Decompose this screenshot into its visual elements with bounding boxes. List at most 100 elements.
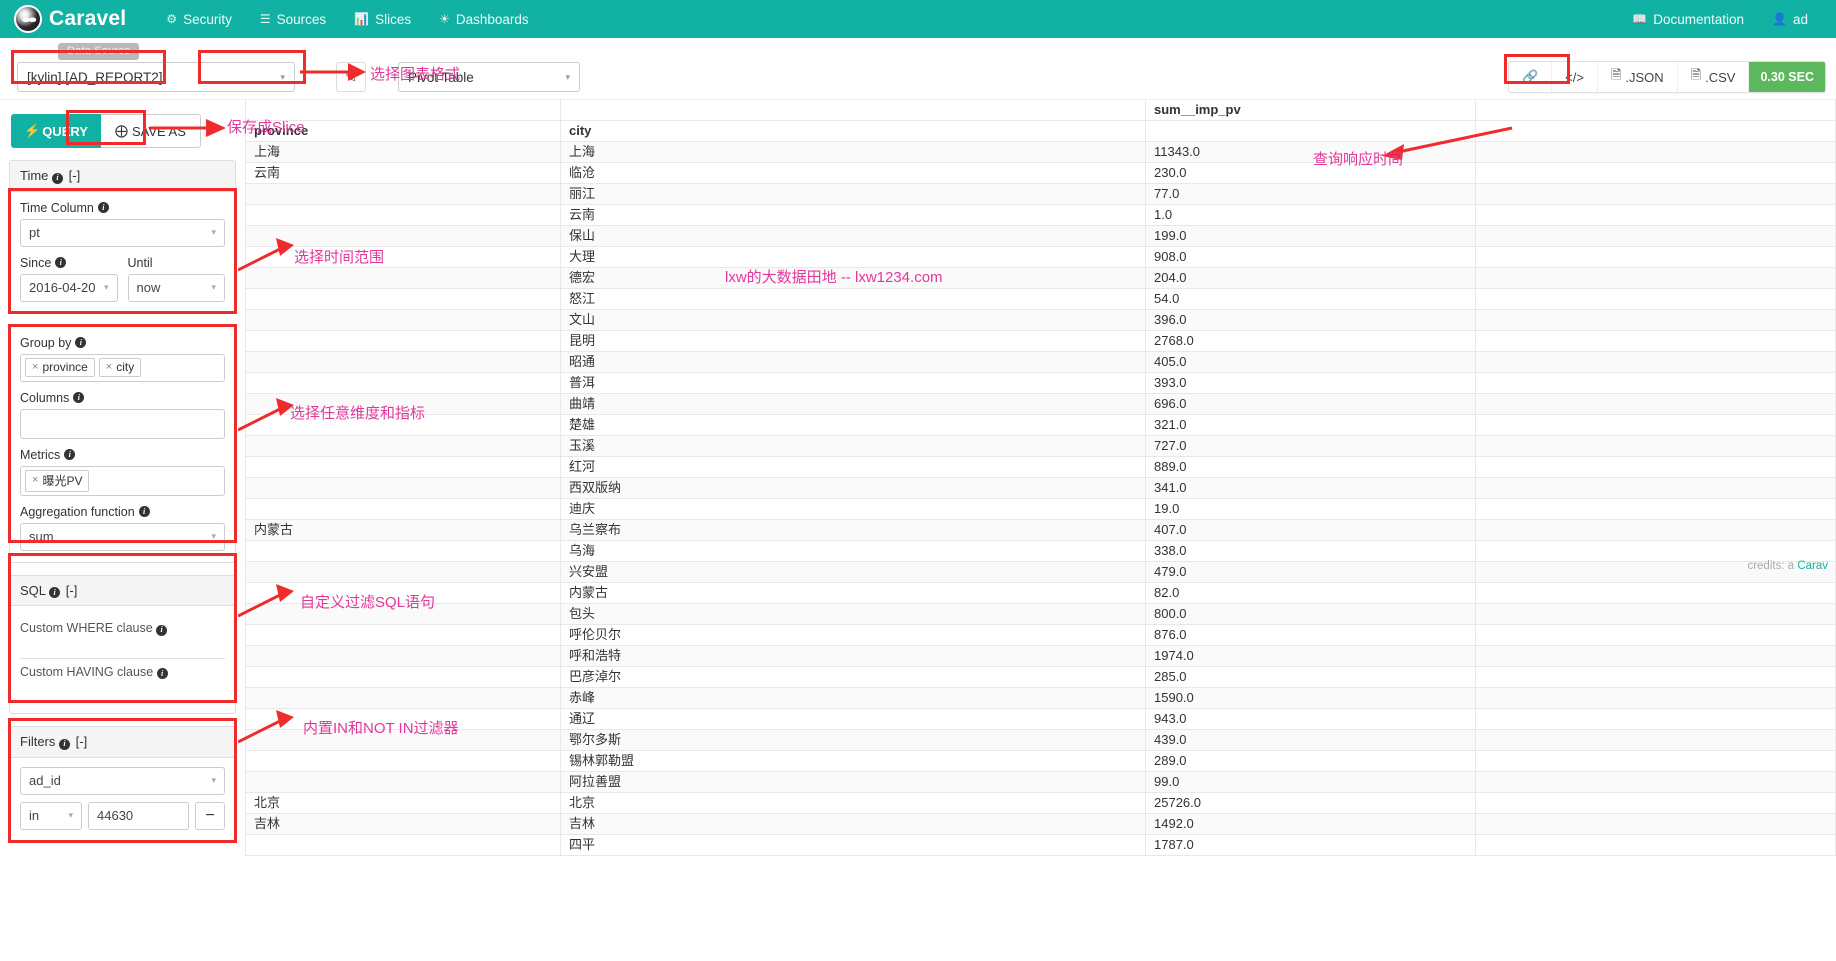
nav-item-slices[interactable]: 📊 Slices [340, 0, 425, 38]
query-button[interactable]: ⚡ QUERY [11, 114, 101, 148]
brand-name[interactable]: Caravel [49, 7, 126, 31]
columns-input[interactable] [20, 408, 225, 439]
time-panel-header[interactable]: Time i [-] [10, 161, 235, 192]
table-row[interactable]: 赤峰 1590.0 [245, 687, 1836, 709]
cell-value: 1492.0 [1145, 813, 1476, 835]
metrics-tagbox[interactable]: × 曝光PV [20, 465, 225, 496]
column-header-city[interactable]: city [560, 120, 1146, 142]
info-icon[interactable]: i [49, 587, 61, 598]
table-row[interactable]: 兴安盟 479.0 [245, 561, 1836, 583]
group-by-tag-province[interactable]: × province [25, 358, 95, 377]
cell-value: 479.0 [1145, 561, 1476, 583]
metrics-tag[interactable]: × 曝光PV [25, 469, 90, 492]
info-icon[interactable]: i [138, 506, 150, 517]
nav-item-security[interactable]: ⚙ Security [152, 0, 246, 38]
since-select[interactable]: 2016-04-20 ▾ [20, 273, 118, 302]
table-row[interactable]: 乌海 338.0 [245, 540, 1836, 562]
table-row[interactable]: 云南 临沧 230.0 [245, 162, 1836, 184]
table-row[interactable]: 通辽 943.0 [245, 708, 1836, 730]
table-row[interactable]: 昭通 405.0 [245, 351, 1836, 373]
nav-item-dashboards[interactable]: ☀ Dashboards [425, 0, 543, 38]
table-row[interactable]: 丽江 77.0 [245, 183, 1836, 205]
filter-field-select[interactable]: ad_id ▾ [20, 766, 225, 795]
info-icon[interactable]: i [73, 392, 85, 403]
table-row[interactable]: 德宏 204.0 [245, 267, 1836, 289]
remove-tag-icon[interactable]: × [32, 474, 38, 486]
filters-panel-collapse-toggle[interactable]: [-] [76, 734, 88, 749]
info-icon[interactable]: i [156, 668, 168, 679]
datasource-select[interactable]: [kylin].[AD_REPORT2] ▾ [17, 62, 295, 92]
table-row[interactable]: 红河 889.0 [245, 456, 1836, 478]
table-row[interactable]: 迪庆 19.0 [245, 498, 1836, 520]
info-icon[interactable]: i [59, 738, 71, 750]
until-select[interactable]: now ▾ [127, 273, 225, 302]
filters-panel-header[interactable]: Filters i [-] [10, 727, 235, 758]
filter-operator-select[interactable]: in ▾ [20, 801, 82, 830]
table-row[interactable]: 巴彦淖尔 285.0 [245, 666, 1836, 688]
sql-panel-header[interactable]: SQL i [-] [10, 575, 235, 606]
table-row[interactable]: 锡林郭勒盟 289.0 [245, 750, 1836, 772]
nav-item-sources[interactable]: ☰ Sources [246, 0, 340, 38]
info-icon[interactable]: i [64, 449, 76, 460]
table-row[interactable]: 玉溪 727.0 [245, 435, 1836, 457]
export-json-button[interactable]: 🗎 .JSON [1598, 62, 1678, 92]
table-row[interactable]: 保山 199.0 [245, 225, 1836, 247]
cell-city: 怒江 [560, 288, 1146, 310]
table-row[interactable]: 包头 800.0 [245, 603, 1836, 625]
table-row[interactable]: 楚雄 321.0 [245, 414, 1836, 436]
info-icon[interactable]: i [55, 257, 67, 268]
table-row[interactable]: 普洱 393.0 [245, 372, 1836, 394]
info-icon[interactable]: i [52, 172, 64, 184]
cell-value: 889.0 [1145, 456, 1476, 478]
nav-item-documentation[interactable]: 📖 Documentation [1618, 0, 1758, 38]
view-query-button[interactable]: </> [1552, 62, 1598, 92]
table-row[interactable]: 昆明 2768.0 [245, 330, 1836, 352]
nav-item-user-label: ad [1792, 11, 1808, 27]
cell-spacer [1475, 498, 1836, 520]
table-row[interactable]: 内蒙古 82.0 [245, 582, 1836, 604]
time-panel-collapse-toggle[interactable]: [-] [69, 168, 81, 183]
remove-tag-icon[interactable]: × [106, 361, 112, 373]
table-row[interactable]: 阿拉善盟 99.0 [245, 771, 1836, 793]
share-link-button[interactable]: 🔗 [1509, 62, 1553, 92]
info-icon[interactable]: i [156, 624, 168, 636]
export-csv-button[interactable]: 🗎 .CSV [1678, 62, 1750, 92]
table-row[interactable]: 呼和浩特 1974.0 [245, 645, 1836, 667]
cell-spacer [1475, 309, 1836, 331]
aggregation-select[interactable]: sum ▾ [20, 522, 225, 551]
table-row[interactable]: 四平 1787.0 [245, 834, 1836, 856]
table-row[interactable]: 大理 908.0 [245, 246, 1836, 268]
remove-filter-button[interactable]: − [195, 801, 225, 830]
credits-link[interactable]: Carav [1797, 560, 1828, 572]
table-row[interactable]: 怒江 54.0 [245, 288, 1836, 310]
cell-province [245, 204, 561, 226]
sql-panel-collapse-toggle[interactable]: [-] [66, 583, 78, 598]
table-row[interactable]: 内蒙古 乌兰察布 407.0 [245, 519, 1836, 541]
custom-where-field[interactable]: Custom WHERE clause i [20, 615, 225, 659]
table-row[interactable]: 文山 396.0 [245, 309, 1836, 331]
cell-city: 吉林 [560, 813, 1146, 835]
remove-tag-icon[interactable]: × [32, 361, 38, 373]
group-by-tag-city[interactable]: × city [98, 358, 142, 377]
info-icon[interactable]: i [97, 202, 109, 213]
table-row[interactable]: 北京 北京 25726.0 [245, 792, 1836, 814]
table-row[interactable]: 鄂尔多斯 439.0 [245, 729, 1836, 751]
table-row[interactable]: 曲靖 696.0 [245, 393, 1836, 415]
pivot-table-wrapper[interactable]: sum__imp_pv province city 上海 上海 11343.0 云南临… [245, 100, 1836, 961]
query-duration-badge[interactable]: 0.30 SEC [1749, 62, 1825, 92]
group-by-tagbox[interactable]: × province × city [20, 353, 225, 382]
since-until-row: Since i 2016-04-20 ▾ Until now ▾ [20, 256, 225, 302]
filter-value-input[interactable]: 44630 [88, 801, 189, 830]
since-label-row: Since i [20, 256, 118, 270]
cell-city: 通辽 [560, 708, 1146, 730]
table-row[interactable]: 上海 上海 11343.0 [245, 141, 1836, 163]
nav-item-user[interactable]: 👤 ad [1758, 0, 1822, 38]
custom-having-field[interactable]: Custom HAVING clause i [20, 659, 225, 702]
table-row[interactable]: 呼伦贝尔 876.0 [245, 624, 1836, 646]
table-row[interactable]: 西双版纳 341.0 [245, 477, 1836, 499]
time-column-select[interactable]: pt ▾ [20, 218, 225, 247]
table-row[interactable]: 云南 1.0 [245, 204, 1836, 226]
groupby-panel-body: Group by i × province × city Columns i M… [10, 327, 235, 562]
table-row[interactable]: 吉林 吉林 1492.0 [245, 813, 1836, 835]
info-icon[interactable]: i [75, 337, 87, 348]
